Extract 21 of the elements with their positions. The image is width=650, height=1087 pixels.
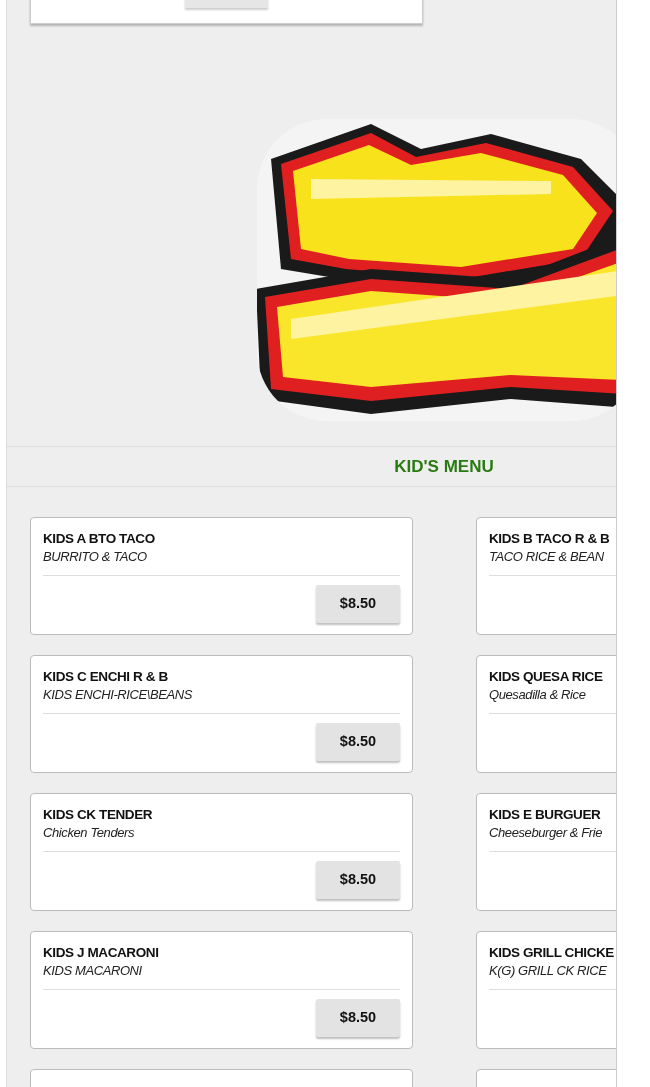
item-description: KIDS ENCHI-RICE\BEANS	[43, 686, 194, 704]
item-title: KIDS CK TENDER	[43, 806, 154, 824]
item-title: KIDS QUESA RICE	[489, 668, 604, 686]
item-description: TACO RICE & BEAN	[489, 548, 605, 566]
item-description: K(G) GRILL CK RICE	[489, 962, 608, 980]
item-description: Cheeseburger & Frie	[489, 824, 604, 842]
item-title: KIDS B TACO R & B	[489, 530, 611, 548]
item-title: KIDS J MACARONI	[43, 944, 160, 962]
item-description: KIDS MACARONI	[43, 962, 143, 980]
price-button[interactable]: $8.50	[316, 999, 400, 1037]
item-title: KIDS C ENCHI R & B	[43, 668, 169, 686]
section-title: KID'S MENU	[394, 455, 494, 478]
price-button[interactable]: $8.50	[316, 585, 400, 623]
item-title: KIDS E BURGUER	[489, 806, 602, 824]
item-description: Chicken Tenders	[43, 824, 136, 842]
price-button[interactable]: $8.50	[316, 723, 400, 761]
item-title: KIDS A BTO TACO	[43, 530, 156, 548]
item-title: KIDS GRILL CHICKE	[489, 944, 615, 962]
price-button[interactable]: $8.50	[316, 861, 400, 899]
item-description: BURRITO & TACO	[43, 548, 148, 566]
item-description: Quesadilla & Rice	[489, 686, 587, 704]
